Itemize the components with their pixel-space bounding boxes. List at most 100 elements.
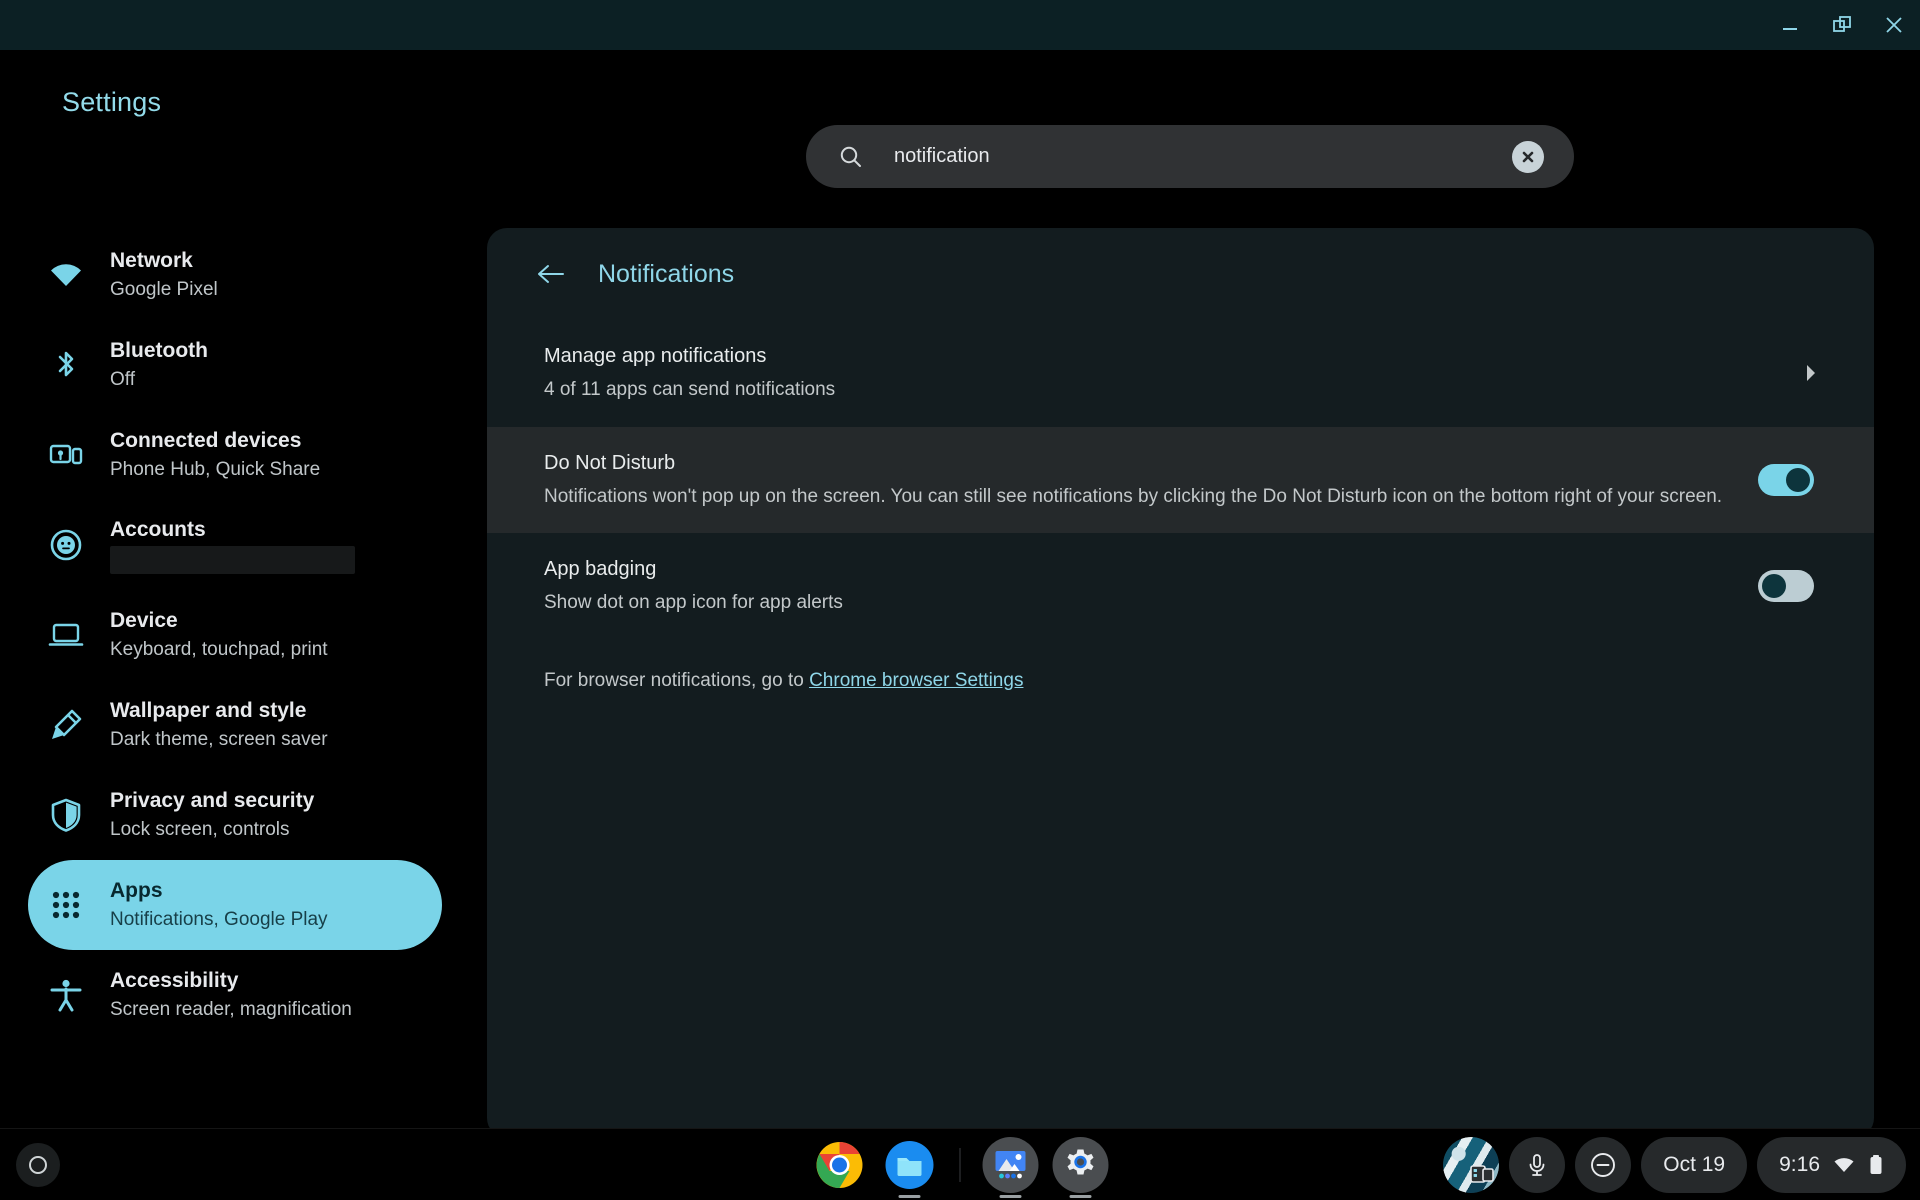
shelf-item-settings[interactable] (1052, 1137, 1109, 1198)
devices-icon (46, 435, 86, 475)
sidebar-item-text: Apps Notifications, Google Play (110, 877, 328, 933)
bluetooth-icon (58, 351, 74, 377)
system-tray-button[interactable]: 9:16 (1757, 1137, 1906, 1193)
accessibility-icon (50, 979, 82, 1012)
close-button[interactable] (1868, 0, 1920, 50)
sidebar-item-sublabel: Lock screen, controls (110, 819, 290, 841)
row-text: Manage app notifications 4 of 11 apps can… (544, 320, 1800, 427)
sidebar-item-wallpaper-and-style[interactable]: Wallpaper and style Dark theme, screen sa… (28, 680, 442, 770)
sidebar-item-apps[interactable]: Apps Notifications, Google Play (28, 860, 442, 950)
account-icon (46, 525, 86, 565)
minimize-button[interactable] (1764, 0, 1816, 50)
search-icon (838, 144, 864, 170)
sidebar-item-connected-devices[interactable]: Connected devices Phone Hub, Quick Share (28, 410, 442, 500)
shelf-separator (959, 1148, 961, 1182)
row-text: App badging Show dot on app icon for app … (544, 533, 1758, 640)
sidebar-item-accessibility[interactable]: Accessibility Screen reader, magnificatio… (28, 950, 442, 1040)
browser-notifications-note: For browser notifications, go to Chrome … (487, 640, 1874, 726)
brush-icon (52, 709, 82, 739)
sidebar-item-text: Accounts (110, 516, 355, 575)
sidebar-item-label: Connected devices (110, 429, 302, 452)
wifi-icon (51, 264, 81, 286)
sidebar-item-sublabel-redacted (110, 546, 355, 575)
row-title: Manage app notifications (544, 345, 767, 367)
sidebar-item-accounts[interactable]: Accounts (28, 500, 442, 590)
laptop-icon (46, 615, 86, 655)
settings-rows: Manage app notifications 4 of 11 apps can… (487, 320, 1874, 640)
sidebar-item-label: Accessibility (110, 969, 239, 992)
active-indicator (999, 1195, 1022, 1198)
wifi-icon (1834, 1158, 1854, 1172)
settings-window: Settings Network Google Pixel Bluetooth Off (0, 50, 1920, 1150)
row-title: App badging (544, 558, 657, 580)
sidebar-item-label: Device (110, 609, 178, 632)
sidebar-item-text: Network Google Pixel (110, 247, 218, 303)
sidebar-item-text: Accessibility Screen reader, magnificatio… (110, 967, 352, 1023)
shelf: Oct 19 9:16 (0, 1128, 1920, 1200)
sidebar-item-sublabel: Keyboard, touchpad, print (110, 639, 328, 661)
date-label: Oct 19 (1663, 1153, 1726, 1176)
shelf-item-files[interactable] (882, 1137, 938, 1198)
search-bar[interactable] (806, 125, 1574, 188)
row-manage-app-notifications[interactable]: Manage app notifications 4 of 11 apps can… (487, 320, 1874, 427)
sidebar-item-label: Accounts (110, 517, 206, 541)
brush-icon (46, 705, 86, 745)
clear-search-icon[interactable] (1512, 140, 1544, 173)
microphone-icon (1529, 1154, 1545, 1176)
sidebar-item-text: Bluetooth Off (110, 337, 208, 393)
sidebar-item-label: Network (110, 249, 193, 272)
row-title: Do Not Disturb (544, 451, 676, 474)
row-subtitle: 4 of 11 apps can send notifications (544, 379, 836, 400)
shelf-item-chrome[interactable] (812, 1137, 868, 1193)
sidebar-item-bluetooth[interactable]: Bluetooth Off (28, 320, 442, 410)
toggle-app-badging[interactable] (1758, 570, 1814, 603)
do-not-disturb-icon (1591, 1153, 1616, 1177)
wifi-icon (46, 255, 86, 295)
page-title: Settings (62, 87, 162, 117)
chevron-right-icon (1800, 362, 1822, 384)
settings-sidebar: Network Google Pixel Bluetooth Off Connecte… (0, 230, 470, 1190)
chrome-browser-settings-link[interactable]: Chrome browser Settings (809, 670, 1023, 691)
shield-icon (51, 798, 81, 832)
sidebar-item-label: Apps (110, 879, 163, 902)
launcher-button[interactable] (16, 1143, 60, 1187)
sidebar-item-privacy-and-security[interactable]: Privacy and security Lock screen, control… (28, 770, 442, 860)
sidebar-item-network[interactable]: Network Google Pixel (28, 230, 442, 320)
search-input[interactable] (894, 145, 1512, 168)
battery-icon (1870, 1155, 1882, 1174)
sidebar-item-text: Device Keyboard, touchpad, print (110, 607, 328, 663)
sidebar-item-sublabel: Screen reader, magnification (110, 999, 352, 1021)
restore-button[interactable] (1816, 0, 1868, 50)
account-icon (50, 529, 82, 561)
active-indicator (1069, 1195, 1092, 1198)
sidebar-item-sublabel: Off (110, 369, 135, 391)
toggle-knob (1786, 467, 1810, 492)
microphone-button[interactable] (1509, 1137, 1566, 1193)
status-area: Oct 19 9:16 (1443, 1137, 1906, 1193)
sidebar-item-text: Wallpaper and style Dark theme, screen sa… (110, 697, 328, 753)
chromeos-desktop: Settings Network Google Pixel Bluetooth Off (0, 0, 1920, 1200)
do-not-disturb-button[interactable] (1575, 1137, 1632, 1193)
toggle-knob (1762, 574, 1786, 599)
sidebar-item-device[interactable]: Device Keyboard, touchpad, print (28, 590, 442, 680)
row-do-not-disturb[interactable]: Do Not Disturb Notifications won't pop up… (487, 426, 1874, 534)
phone-hub-button[interactable] (1443, 1137, 1500, 1193)
row-text: Do Not Disturb Notifications won't pop up… (544, 427, 1758, 534)
shelf-item-gallery[interactable] (982, 1137, 1039, 1198)
sidebar-item-text: Connected devices Phone Hub, Quick Share (110, 427, 320, 483)
bluetooth-icon (46, 345, 86, 385)
date-button[interactable]: Oct 19 (1641, 1137, 1748, 1193)
gallery-icon (995, 1151, 1026, 1179)
back-arrow-icon[interactable] (534, 257, 568, 291)
phone-hub-icon (1470, 1165, 1495, 1183)
clock-label: 9:16 (1779, 1153, 1820, 1176)
window-titlebar (0, 0, 1920, 50)
row-subtitle: Show dot on app icon for app alerts (544, 592, 843, 613)
toggle-do-not-disturb[interactable] (1758, 451, 1826, 508)
apps-grid-icon (46, 885, 86, 925)
laptop-icon (48, 623, 84, 646)
panel-title: Notifications (598, 259, 735, 288)
row-subtitle: Notifications won't pop up on the screen… (544, 485, 1723, 507)
row-app-badging[interactable]: App badging Show dot on app icon for app … (487, 533, 1874, 640)
active-indicator (898, 1195, 921, 1198)
